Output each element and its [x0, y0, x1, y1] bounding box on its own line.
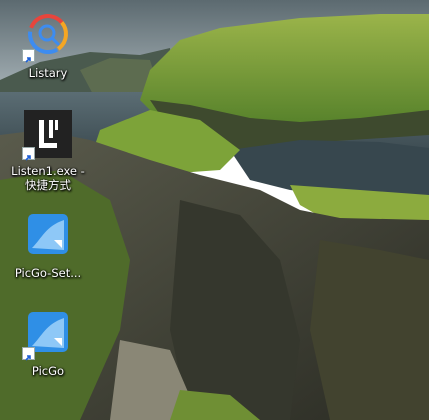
desktop: Listary Listen1.exe - 快捷方式 PicGo-Set... … [0, 0, 429, 420]
desktop-icon-picgo-setup[interactable]: PicGo-Set... [6, 212, 90, 280]
icon-label: PicGo [31, 364, 65, 378]
picgo-setup-icon [24, 212, 72, 260]
picgo-icon [22, 310, 72, 361]
desktop-icon-listen1[interactable]: Listen1.exe - 快捷方式 [6, 110, 90, 192]
shortcut-arrow-icon [22, 347, 35, 361]
listary-icon [22, 12, 72, 63]
icon-label: Listary [28, 66, 68, 80]
listen1-icon [22, 110, 72, 161]
shortcut-arrow-icon [22, 49, 35, 63]
icon-label: Listen1.exe - 快捷方式 [11, 164, 85, 192]
desktop-icon-picgo[interactable]: PicGo [6, 310, 90, 378]
shortcut-arrow-icon [22, 147, 35, 161]
icon-label: PicGo-Set... [14, 266, 82, 280]
desktop-icon-listary[interactable]: Listary [6, 12, 90, 80]
